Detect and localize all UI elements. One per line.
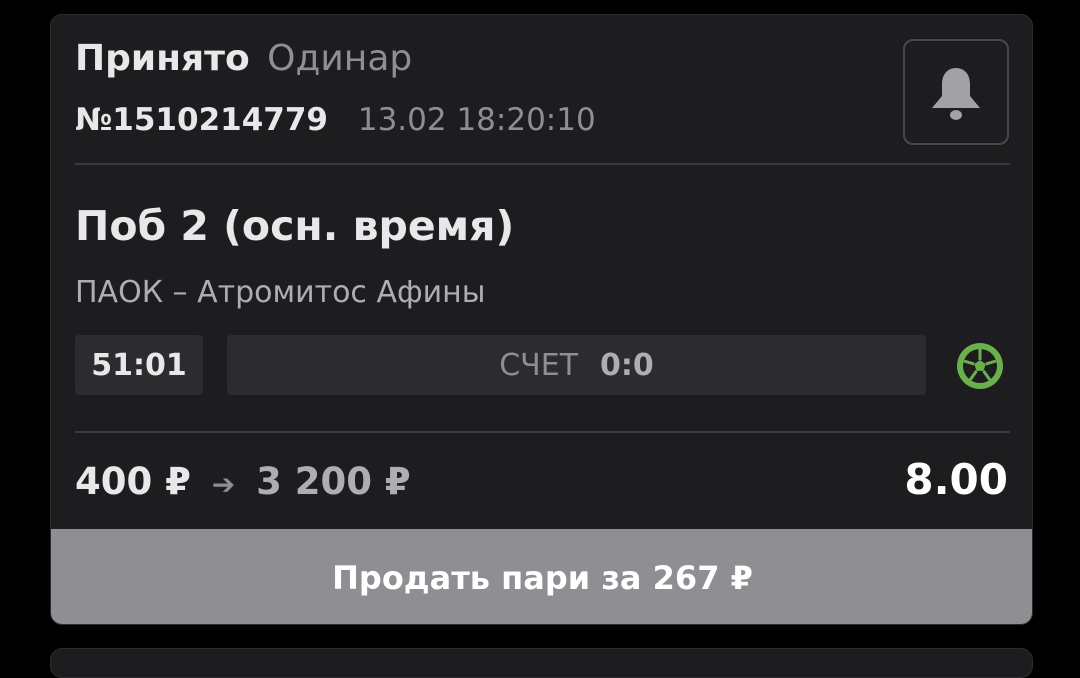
divider — [75, 163, 1010, 165]
stake-line: 400 ₽ ➔ 3 200 ₽ — [75, 459, 411, 508]
score-label: СЧЕТ — [499, 347, 579, 383]
match-title[interactable]: ПАОК – Атромитос Афины — [75, 273, 485, 313]
bet-outcome: Поб 2 (осн. время) — [75, 202, 515, 250]
notification-button[interactable] — [903, 39, 1009, 145]
bet-datetime: 13.02 18:20:10 — [357, 102, 596, 138]
bet-number: №1510214779 — [75, 102, 328, 138]
bell-icon — [932, 68, 980, 120]
divider — [75, 431, 1010, 433]
football-icon — [957, 343, 1003, 389]
score-box: СЧЕТ 0:0 — [227, 335, 926, 395]
match-time: 51:01 — [75, 335, 203, 395]
payout-amount: 3 200 ₽ — [256, 460, 411, 503]
sell-bet-button[interactable]: Продать пари за 267 ₽ — [51, 529, 1032, 624]
bet-header: Принято Одинар — [75, 37, 412, 81]
score-value: 0:0 — [600, 347, 654, 383]
bet-meta: №1510214779 13.02 18:20:10 — [75, 100, 596, 140]
bet-odds: 8.00 — [904, 455, 1008, 504]
stake-amount: 400 ₽ — [75, 460, 191, 503]
bet-status: Принято — [75, 38, 250, 79]
arrow-right-icon: ➔ — [211, 468, 236, 501]
bet-card[interactable]: Принято Одинар №1510214779 13.02 18:20:1… — [50, 14, 1033, 625]
bet-type: Одинар — [267, 38, 413, 79]
